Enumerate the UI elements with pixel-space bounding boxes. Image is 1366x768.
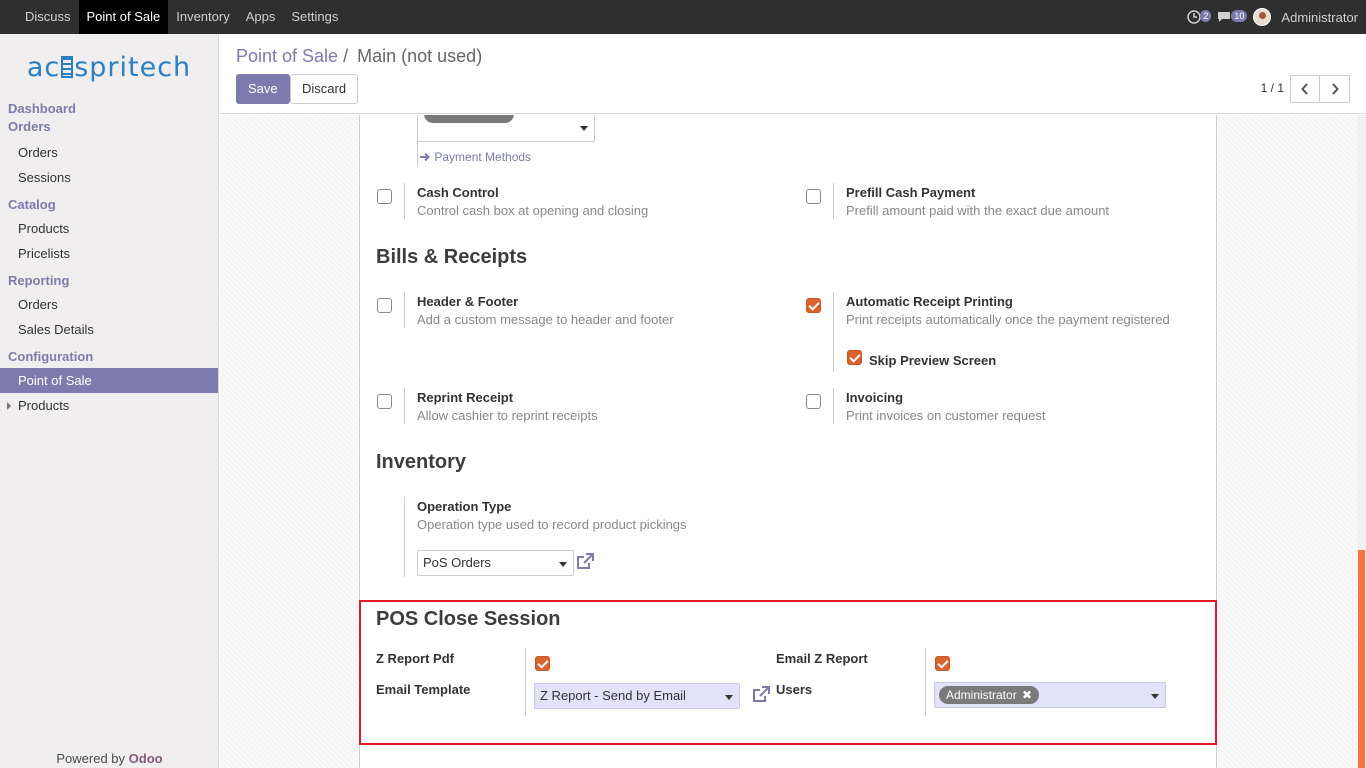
operation-type-select[interactable]: PoS Orders xyxy=(417,550,574,576)
sidebar-section-reporting[interactable]: Reporting xyxy=(0,272,218,290)
sidebar-item-sessions[interactable]: Sessions xyxy=(0,165,218,190)
chevron-down-icon xyxy=(559,562,567,567)
breadcrumb-current: Main (not used) xyxy=(357,46,483,66)
menu-discuss[interactable]: Discuss xyxy=(0,0,79,34)
sidebar-section-orders[interactable]: Orders xyxy=(0,118,218,136)
sidebar-section-catalog[interactable]: Catalog xyxy=(0,196,218,214)
breadcrumb-separator: / xyxy=(343,46,349,66)
payment-method-tag xyxy=(424,115,514,123)
invoicing-desc: Print invoices on customer request xyxy=(846,408,1046,423)
avatar[interactable] xyxy=(1253,8,1272,26)
skip-preview-label: Skip Preview Screen xyxy=(869,353,997,368)
menu-apps[interactable]: Apps xyxy=(238,0,284,34)
top-navbar: Discuss Point of Sale Inventory Apps Set… xyxy=(0,0,1366,34)
cash-control-checkbox[interactable] xyxy=(377,189,392,204)
sidebar-section-configuration[interactable]: Configuration xyxy=(0,348,218,366)
sidebar-item-point-of-sale[interactable]: Point of Sale xyxy=(0,368,218,393)
logo-text-left: ac xyxy=(26,51,61,83)
control-panel: Point of Sale / Main (not used) Save Dis… xyxy=(220,34,1366,114)
prefill-cash-checkbox[interactable] xyxy=(806,189,821,204)
auto-receipt-checkbox[interactable] xyxy=(806,298,821,313)
logo-text-right: spritech xyxy=(74,51,192,83)
prefill-cash-label: Prefill Cash Payment xyxy=(846,185,976,200)
header-footer-checkbox[interactable] xyxy=(377,298,392,313)
divider xyxy=(404,292,405,328)
clock-icon xyxy=(1187,10,1202,24)
menu-inventory[interactable]: Inventory xyxy=(168,0,237,34)
header-footer-desc: Add a custom message to header and foote… xyxy=(417,312,674,327)
divider xyxy=(833,292,834,372)
breadcrumb-parent[interactable]: Point of Sale xyxy=(236,46,338,66)
skip-preview-checkbox[interactable] xyxy=(847,350,862,365)
operation-type-label: Operation Type xyxy=(417,499,512,514)
reprint-receipt-label: Reprint Receipt xyxy=(417,390,514,405)
chevron-right-icon xyxy=(1331,83,1339,95)
cash-control-label: Cash Control xyxy=(417,185,499,200)
scrollbar-thumb[interactable] xyxy=(1358,550,1365,768)
pager-value[interactable]: 1 / 1 xyxy=(1261,81,1284,95)
messages-button[interactable]: 10 xyxy=(1217,9,1248,25)
external-link-icon[interactable] xyxy=(576,553,594,571)
operation-type-desc: Operation type used to record product pi… xyxy=(417,517,687,532)
divider xyxy=(404,183,405,219)
pager-buttons xyxy=(1290,75,1350,103)
pager-next-button[interactable] xyxy=(1320,75,1350,103)
auto-receipt-label: Automatic Receipt Printing xyxy=(846,294,1013,309)
save-button[interactable]: Save xyxy=(236,74,290,104)
systray: 2 10 Administrator xyxy=(1187,0,1358,34)
powered-by: Powered by Odoo xyxy=(0,751,219,766)
arrow-right-icon xyxy=(420,152,430,162)
pager-previous-button[interactable] xyxy=(1290,75,1320,103)
reprint-receipt-desc: Allow cashier to reprint receipts xyxy=(417,408,598,423)
payment-methods-field[interactable] xyxy=(417,115,595,142)
logo-mark-icon xyxy=(61,56,74,78)
scrollbar[interactable] xyxy=(1357,115,1366,768)
app-menu: Discuss Point of Sale Inventory Apps Set… xyxy=(0,0,346,34)
divider xyxy=(833,388,834,424)
header-footer-label: Header & Footer xyxy=(417,294,519,309)
auto-receipt-desc: Print receipts automatically once the pa… xyxy=(846,312,1170,327)
form-view: Payment Methods Cash Control Control cas… xyxy=(220,115,1357,768)
sidebar-item-reporting-orders[interactable]: Orders xyxy=(0,292,218,317)
sidebar-section-dashboard[interactable]: Dashboard xyxy=(0,100,218,118)
menu-point-of-sale[interactable]: Point of Sale xyxy=(78,0,169,34)
menu-settings[interactable]: Settings xyxy=(283,0,346,34)
messages-count-badge: 10 xyxy=(1231,10,1248,22)
prefill-cash-desc: Prefill amount paid with the exact due a… xyxy=(846,203,1110,218)
sidebar-item-sales-details[interactable]: Sales Details xyxy=(0,317,218,342)
divider xyxy=(833,183,834,219)
company-logo: ac spritech xyxy=(0,34,218,100)
sidebar: ac spritech Dashboard Orders Orders Sessi… xyxy=(0,34,219,768)
sidebar-item-orders[interactable]: Orders xyxy=(0,140,218,165)
divider xyxy=(404,388,405,424)
chevron-left-icon xyxy=(1301,83,1308,95)
chat-icon xyxy=(1218,12,1231,22)
cash-control-desc: Control cash box at opening and closing xyxy=(417,203,649,218)
activity-count-badge: 2 xyxy=(1200,10,1212,22)
sidebar-item-products[interactable]: Products xyxy=(0,216,218,241)
user-menu[interactable]: Administrator xyxy=(1281,10,1358,25)
activity-button[interactable]: 2 xyxy=(1187,9,1212,25)
breadcrumb: Point of Sale / Main (not used) xyxy=(236,46,482,67)
discard-button[interactable]: Discard xyxy=(290,74,359,104)
odoo-link[interactable]: Odoo xyxy=(129,751,163,766)
invoicing-label: Invoicing xyxy=(846,390,904,405)
powered-by-text: Powered by xyxy=(56,751,126,766)
payment-methods-link-label: Payment Methods xyxy=(434,150,532,164)
chevron-down-icon xyxy=(580,126,588,131)
operation-type-value: PoS Orders xyxy=(423,555,491,570)
invoicing-checkbox[interactable] xyxy=(806,394,821,409)
sidebar-item-config-products[interactable]: Products xyxy=(0,393,218,418)
sidebar-item-pricelists[interactable]: Pricelists xyxy=(0,241,218,266)
section-title-bills: Bills & Receipts xyxy=(376,246,528,268)
payment-methods-link[interactable]: Payment Methods xyxy=(420,150,531,164)
divider xyxy=(404,497,405,577)
highlight-box xyxy=(359,600,1217,745)
reprint-receipt-checkbox[interactable] xyxy=(377,394,392,409)
section-title-inventory: Inventory xyxy=(376,451,467,473)
